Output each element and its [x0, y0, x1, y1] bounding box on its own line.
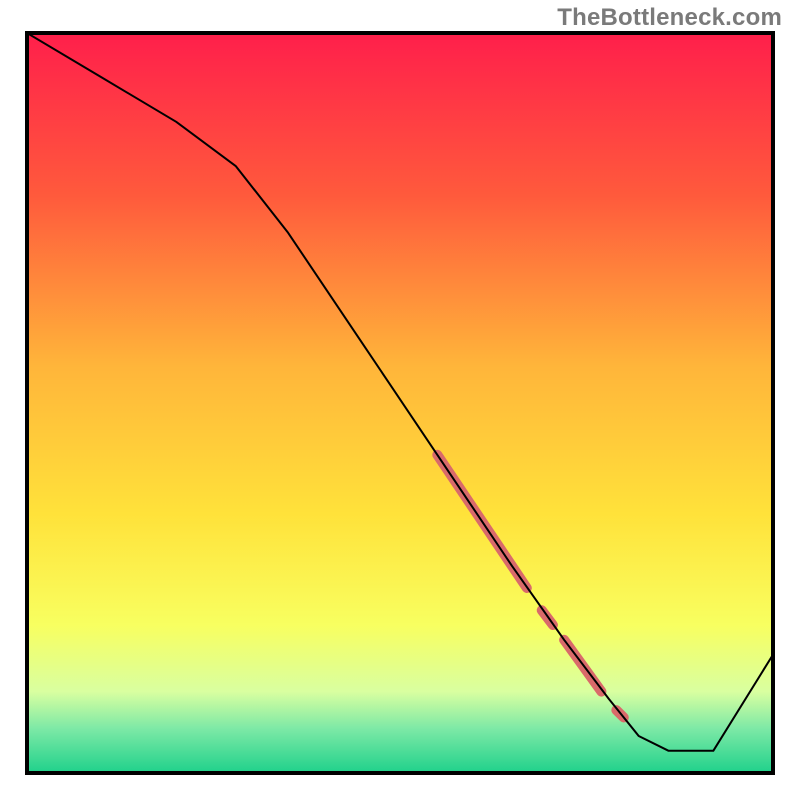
watermark-text: TheBottleneck.com — [557, 4, 782, 32]
chart-frame: TheBottleneck.com — [0, 0, 800, 800]
gradient-background — [27, 33, 773, 773]
bottleneck-chart — [0, 0, 800, 800]
